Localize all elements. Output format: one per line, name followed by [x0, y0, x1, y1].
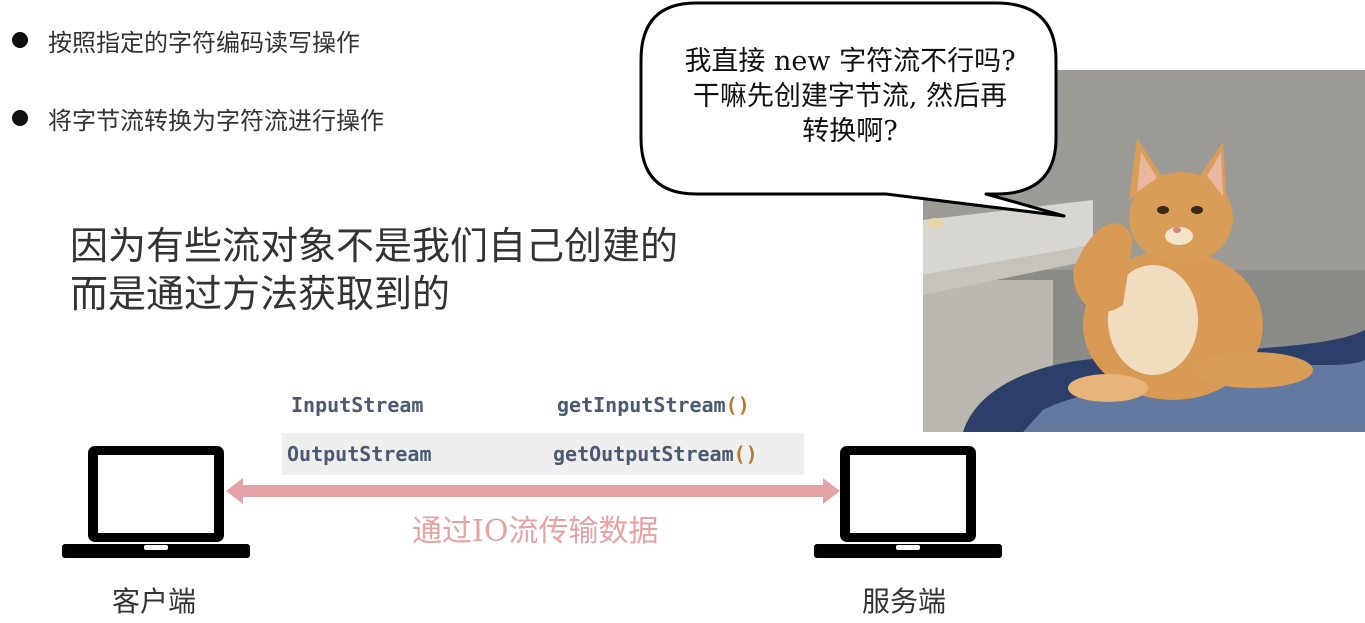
api-row-output: OutputStream getOutputStream(): [282, 433, 804, 475]
speech-line-2: 干嘛先创建字节流, 然后再: [692, 81, 1008, 112]
speech-line-3: 转换啊?: [802, 116, 898, 147]
stream-class-input: InputStream: [291, 393, 424, 417]
bullet-list: 按照指定的字符编码读写操作 将字节流转换为字符流进行操作: [12, 20, 384, 138]
headline-line-1: 因为有些流对象不是我们自己创建的: [70, 224, 679, 268]
method-name: getInputStream: [557, 393, 726, 417]
bullet-text: 按照指定的字符编码读写操作: [48, 28, 360, 57]
client-laptop-icon: [62, 446, 250, 558]
double-arrow-icon: [226, 478, 840, 504]
transfer-label: 通过IO流传输数据: [412, 514, 659, 549]
bullet-dot-icon: [12, 110, 28, 126]
method-parens: (): [733, 442, 758, 466]
method-get-output-stream: getOutputStream(): [553, 442, 758, 466]
bullet-item: 将字节流转换为字符流进行操作: [12, 98, 384, 138]
speech-bubble-text: 我直接 new 字符流不行吗? 干嘛先创建字节流, 然后再 转换啊?: [660, 44, 1040, 149]
method-name: getOutputStream: [553, 442, 734, 466]
headline-line-2: 而是通过方法获取到的: [70, 272, 451, 316]
method-get-input-stream: getInputStream(): [557, 393, 750, 417]
client-label: 客户端: [112, 585, 197, 618]
bullet-dot-icon: [12, 32, 28, 48]
server-label: 服务端: [862, 585, 947, 618]
speech-line-1: 我直接 new 字符流不行吗?: [684, 46, 1016, 77]
stream-class-output: OutputStream: [287, 442, 432, 466]
headline: 因为有些流对象不是我们自己创建的 而是通过方法获取到的: [70, 222, 678, 318]
method-parens: (): [725, 393, 750, 417]
bullet-item: 按照指定的字符编码读写操作: [12, 20, 384, 60]
api-row-input: InputStream getInputStream(): [282, 384, 802, 426]
server-laptop-icon: [814, 446, 1002, 558]
bullet-text: 将字节流转换为字符流进行操作: [48, 106, 384, 135]
